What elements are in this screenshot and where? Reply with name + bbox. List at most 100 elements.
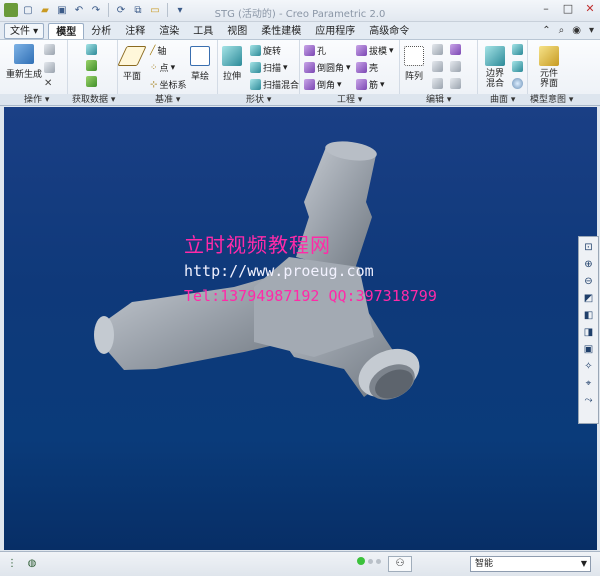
copy-geometry-button[interactable] — [86, 60, 97, 71]
graphics-viewport[interactable]: 立时视频教程网 http://www.proeug.com Tel:137949… — [4, 107, 597, 550]
annotation-display-icon[interactable]: ⤳ — [582, 394, 595, 407]
style-button[interactable] — [512, 61, 523, 72]
paste-button[interactable] — [44, 62, 55, 73]
chamfer-button[interactable]: 倒角 ▾ — [304, 78, 342, 91]
sweep-label: 扫描 — [263, 64, 282, 74]
tab-annotate[interactable]: 注释 — [118, 23, 152, 39]
saved-orientations-icon[interactable]: ◨ — [582, 326, 595, 339]
fill-button[interactable] — [512, 44, 523, 55]
merge-button[interactable] — [432, 78, 443, 89]
delete-button[interactable]: ✕ — [44, 78, 52, 89]
group-get-data — [68, 40, 118, 94]
zoom-out-icon[interactable]: ⊖ — [582, 275, 595, 288]
pipe-tee-model[interactable] — [4, 107, 597, 550]
mirror-button[interactable] — [432, 44, 443, 55]
trim-button[interactable] — [432, 61, 443, 72]
get-data-label: 获取数据 — [72, 95, 109, 105]
reorient-icon[interactable]: ◧ — [582, 309, 595, 322]
rib-label: 筋 — [369, 81, 379, 91]
pattern-icon — [404, 46, 424, 66]
maximize-button[interactable]: □ — [562, 2, 574, 15]
offset-icon — [450, 61, 461, 72]
intersect-button[interactable] — [450, 78, 461, 89]
freestyle-icon — [512, 78, 523, 89]
point-button[interactable]: ⁘ 点 ▾ — [150, 61, 175, 75]
revolve-label: 旋转 — [263, 47, 282, 57]
spin-center-icon[interactable]: ⌖ — [582, 377, 595, 390]
group-label-surfaces[interactable]: 曲面 ▾ — [490, 94, 515, 106]
group-surfaces: 边界混合 — [478, 40, 528, 94]
shell-button[interactable]: 壳 — [356, 61, 378, 74]
group-label-shapes[interactable]: 形状 ▾ — [246, 94, 271, 106]
plane-button[interactable]: 平面 — [117, 46, 147, 82]
title-bar: ▢ ▰ ▣ ↶ ↷ ⟳ ⧉ ▭ ▾ STG (活动的) - Creo Param… — [0, 0, 600, 22]
extend-icon — [450, 44, 461, 55]
tab-tools[interactable]: 工具 — [186, 23, 220, 39]
ribbon-tabs: 文件 ▾ 模型 分析 注释 渲染 工具 视图 柔性建模 应用程序 高级命令 ⌃ … — [0, 22, 600, 40]
round-button[interactable]: 倒圆角 ▾ — [304, 61, 351, 74]
extrude-button[interactable]: 拉伸 — [222, 46, 242, 82]
pattern-button[interactable]: 阵列 — [404, 46, 424, 82]
chevron-down-icon: ▼ — [580, 559, 587, 568]
swept-blend-button[interactable]: 扫描混合 — [250, 78, 299, 91]
engineering-label: 工程 — [337, 95, 356, 105]
draft-button[interactable]: 拔模 ▾ — [356, 44, 394, 57]
help-icon[interactable]: ◉ — [572, 25, 581, 36]
boundary-blend-button[interactable]: 边界混合 — [482, 46, 508, 89]
find-button[interactable]: ⚇ — [388, 556, 412, 572]
round-icon — [304, 62, 315, 73]
regenerate-button[interactable]: 重新生成 — [6, 44, 42, 80]
selection-filter[interactable]: 智能 ▼ — [470, 556, 591, 572]
tab-file[interactable]: 文件 ▾ — [4, 23, 45, 39]
group-label-get-data[interactable]: 获取数据 ▾ — [72, 94, 115, 106]
datum-display-icon[interactable]: ✧ — [582, 360, 595, 373]
tab-analysis[interactable]: 分析 — [84, 23, 118, 39]
minimize-button[interactable]: – — [540, 2, 552, 15]
rib-button[interactable]: 筋 ▾ — [356, 78, 385, 91]
draft-label: 拔模 — [369, 47, 388, 57]
operations-label: 操作 — [24, 95, 43, 105]
refit-icon[interactable]: ⊡ — [582, 241, 595, 254]
tab-applications[interactable]: 应用程序 — [308, 23, 362, 39]
ribbon-minimize-icon[interactable]: ⌃ — [542, 25, 550, 36]
browser-toggle-icon[interactable]: ◍ — [25, 557, 39, 571]
axis-icon: ╱ — [150, 45, 156, 56]
component-interface-button[interactable]: 元件界面 — [536, 46, 562, 89]
editing-label: 编辑 — [426, 95, 445, 105]
repaint-icon[interactable]: ◩ — [582, 292, 595, 305]
axis-button[interactable]: ╱ 轴 — [150, 44, 166, 58]
sketch-button[interactable]: 草绘 — [190, 46, 210, 82]
status-dot — [376, 558, 381, 564]
zoom-in-icon[interactable]: ⊕ — [582, 258, 595, 271]
group-label-engineering[interactable]: 工程 ▾ — [337, 94, 362, 106]
model-tree-toggle-icon[interactable]: ⋮ — [5, 557, 19, 571]
extend-button[interactable] — [450, 44, 461, 55]
close-button[interactable]: ✕ — [584, 2, 596, 15]
offset-button[interactable] — [450, 61, 461, 72]
group-label-operations[interactable]: 操作 ▾ — [24, 94, 49, 106]
group-operations: 重新生成 ✕ — [0, 40, 68, 94]
freestyle-button[interactable] — [512, 78, 523, 89]
search-icon[interactable]: ⌕ — [559, 25, 565, 36]
tab-flexible-modeling[interactable]: 柔性建模 — [254, 23, 308, 39]
ribbon: 重新生成 ✕ 平面 ╱ 轴 ⁘ 点 ▾ ⊹ 坐标系 草绘 拉伸 旋转 扫描 ▾ 扫描混… — [0, 40, 600, 94]
group-editing: 阵列 — [400, 40, 478, 94]
group-datum: 平面 ╱ 轴 ⁘ 点 ▾ ⊹ 坐标系 草绘 — [117, 40, 218, 94]
tab-advanced[interactable]: 高级命令 — [362, 23, 416, 39]
group-label-model-intent[interactable]: 模型意图 ▾ — [530, 94, 573, 106]
tab-view[interactable]: 视图 — [220, 23, 254, 39]
hole-button[interactable]: 孔 — [304, 44, 326, 57]
tab-model[interactable]: 模型 — [48, 23, 85, 39]
help-dropdown-icon[interactable]: ▾ — [589, 25, 594, 36]
tab-render[interactable]: 渲染 — [152, 23, 186, 39]
shrinkwrap-button[interactable] — [86, 76, 97, 87]
revolve-button[interactable]: 旋转 — [250, 44, 281, 57]
copy-button[interactable] — [44, 44, 55, 55]
sweep-button[interactable]: 扫描 ▾ — [250, 61, 288, 74]
group-label-datum[interactable]: 基准 ▾ — [155, 94, 180, 106]
csys-button[interactable]: ⊹ 坐标系 — [150, 78, 187, 92]
group-label-editing[interactable]: 编辑 ▾ — [426, 94, 451, 106]
swept-blend-icon — [250, 79, 261, 90]
user-defined-feature-button[interactable] — [86, 44, 97, 55]
display-style-icon[interactable]: ▣ — [582, 343, 595, 356]
